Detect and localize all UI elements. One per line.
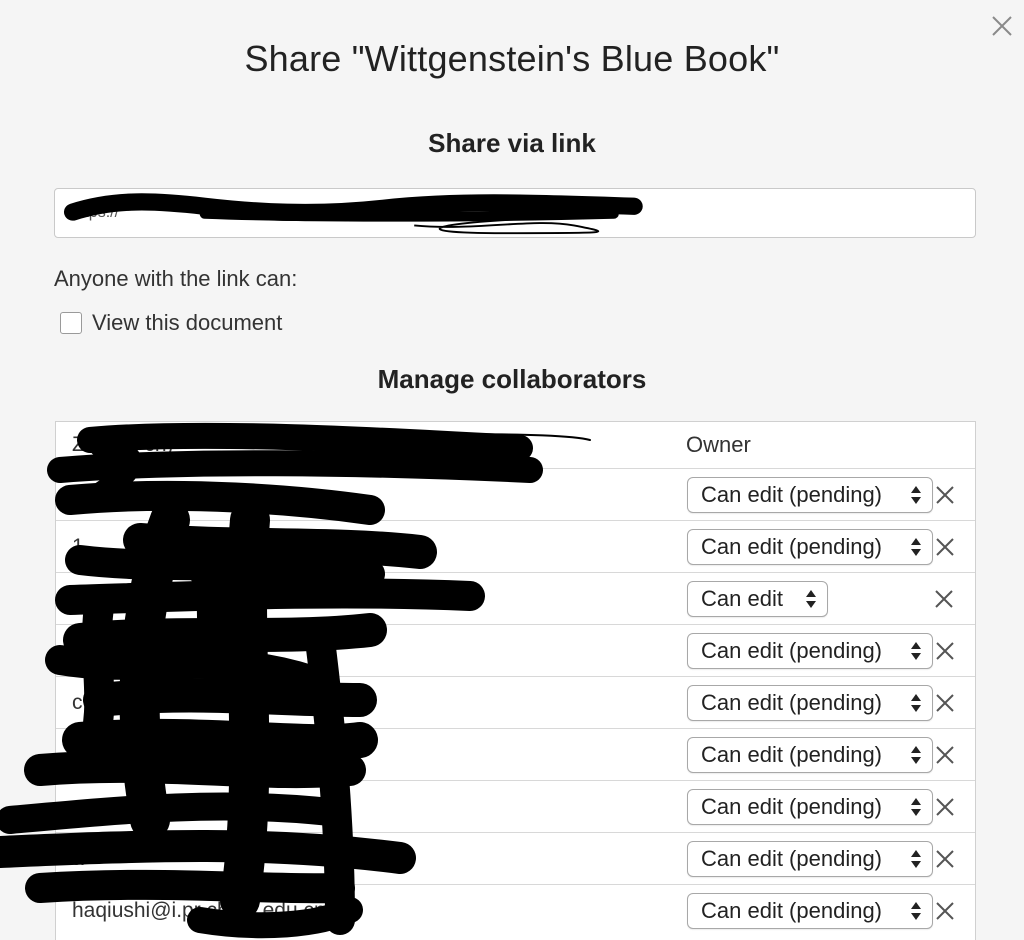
collaborator-email: edu: [72, 638, 108, 662]
anyone-with-link-label: Anyone with the link can:: [54, 266, 298, 291]
view-document-checkbox[interactable]: [60, 312, 82, 334]
permission-select-value: Can edit (pending): [701, 533, 883, 559]
permission-select[interactable]: Can edit (pending): [687, 684, 933, 721]
permission-select-value: Can edit: [701, 585, 783, 611]
remove-icon[interactable]: [934, 900, 956, 922]
share-link-input[interactable]: [55, 189, 975, 237]
collaborator-row: a Can edit (pending): [56, 832, 975, 884]
permission-select[interactable]: Can edit (pending): [687, 840, 933, 877]
permission-select[interactable]: Can edit (pending): [687, 476, 933, 513]
permission-select[interactable]: Can edit (pending): [687, 892, 933, 929]
select-arrows-icon: [911, 537, 921, 556]
select-arrows-icon: [911, 693, 921, 712]
collaborator-email: 1: [72, 534, 84, 558]
owner-label: Owner: [686, 432, 751, 457]
collaborator-email: hool.edu.cn: [72, 482, 181, 506]
remove-icon[interactable]: [934, 692, 956, 714]
remove-icon[interactable]: [934, 744, 956, 766]
collaborators-table: Z ang ( cn) Owner hool.edu.cn Can edit (…: [55, 421, 976, 940]
collaborator-row: haqiushi@i.pr chool.edu.cn Can edit (pen…: [56, 884, 975, 936]
permission-select[interactable]: Can edit (pending): [687, 632, 933, 669]
collaborator-email: a: [72, 846, 84, 870]
select-arrows-icon: [911, 797, 921, 816]
permission-select-value: Can edit (pending): [701, 845, 883, 871]
permission-select[interactable]: Can edit (pending): [687, 788, 933, 825]
select-arrows-icon: [911, 745, 921, 764]
collaborator-row: (19 Can edit: [56, 572, 975, 624]
collaborator-email: n: [72, 742, 84, 766]
collaborator-email: (19: [72, 586, 103, 610]
manage-collaborators-heading: Manage collaborators: [377, 364, 647, 394]
permission-select-value: Can edit (pending): [701, 689, 883, 715]
remove-icon[interactable]: [934, 848, 956, 870]
collaborator-row-owner: Z ang ( cn) Owner: [56, 422, 975, 468]
permission-select-value: Can edit (pending): [701, 741, 883, 767]
collaborator-email: Z ang ( cn): [72, 433, 174, 456]
permission-select[interactable]: Can edit: [687, 580, 828, 617]
share-dialog: Share "Wittgenstein's Blue Book" Share v…: [0, 0, 1024, 940]
view-document-option[interactable]: View this document: [60, 310, 282, 336]
remove-icon[interactable]: [934, 796, 956, 818]
remove-icon[interactable]: [934, 484, 956, 506]
permission-select[interactable]: Can edit (pending): [687, 528, 933, 565]
permission-select[interactable]: Can edit (pending): [687, 736, 933, 773]
permission-select-value: Can edit (pending): [701, 637, 883, 663]
collaborator-row: Can edit (pending): [56, 780, 975, 832]
dialog-title: Share "Wittgenstein's Blue Book": [244, 38, 780, 79]
collaborator-email: haqiushi@i.pr chool.edu.cn: [72, 898, 326, 922]
collaborator-row: c u Can edit (pending): [56, 676, 975, 728]
share-via-link-heading: Share via link: [428, 128, 596, 158]
remove-icon[interactable]: [934, 640, 956, 662]
permission-select-value: Can edit (pending): [701, 897, 883, 923]
select-arrows-icon: [911, 849, 921, 868]
collaborator-row: hool.edu.cn Can edit (pending): [56, 468, 975, 520]
remove-icon[interactable]: [934, 536, 956, 558]
collaborator-row: n Can edit (pending): [56, 728, 975, 780]
select-arrows-icon: [911, 641, 921, 660]
collaborator-email: c u: [72, 690, 101, 714]
remove-icon[interactable]: [933, 588, 955, 610]
select-arrows-icon: [911, 485, 921, 504]
select-arrows-icon: [806, 589, 816, 608]
select-arrows-icon: [911, 901, 921, 920]
share-link-field[interactable]: [54, 188, 976, 238]
permission-select-value: Can edit (pending): [701, 793, 883, 819]
permission-select-value: Can edit (pending): [701, 481, 883, 507]
collaborator-row: edu Can edit (pending): [56, 624, 975, 676]
collaborator-row: 1 Can edit (pending): [56, 520, 975, 572]
view-document-label: View this document: [92, 310, 283, 335]
